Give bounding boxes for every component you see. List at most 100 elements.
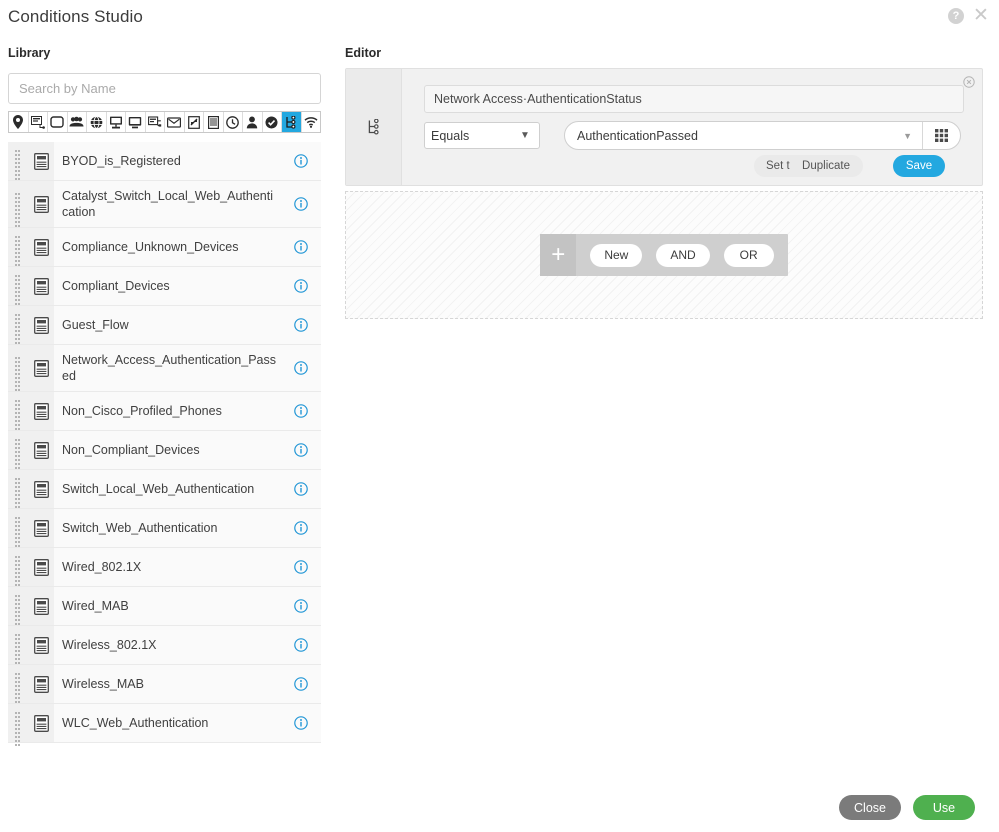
condition-name: Catalyst_Switch_Local_Web_Authentication bbox=[62, 189, 274, 219]
library-heading: Library bbox=[8, 46, 51, 60]
condition-name: Compliant_Devices bbox=[62, 279, 170, 293]
or-operator-button[interactable]: OR bbox=[723, 243, 774, 267]
condition-name: Switch_Local_Web_Authentication bbox=[62, 482, 255, 496]
condition-list-item[interactable]: Catalyst_Switch_Local_Web_Authentication bbox=[8, 181, 321, 228]
info-circle-icon[interactable] bbox=[281, 443, 321, 457]
drag-handle-icon[interactable] bbox=[8, 228, 28, 270]
drag-handle-icon[interactable] bbox=[8, 431, 28, 473]
condition-list-item[interactable]: Wired_MAB bbox=[8, 587, 321, 629]
workstation-icon[interactable] bbox=[106, 112, 126, 132]
info-circle-icon[interactable] bbox=[281, 240, 321, 254]
condition-list-item[interactable]: Network_Access_Authentication_Passed bbox=[8, 345, 321, 392]
port-icon[interactable] bbox=[145, 112, 165, 132]
condition-list-item[interactable]: Compliant_Devices bbox=[8, 267, 321, 309]
condition-block-icon bbox=[28, 345, 54, 391]
info-circle-icon[interactable] bbox=[281, 482, 321, 496]
condition-list-item[interactable]: Switch_Web_Authentication bbox=[8, 509, 321, 551]
envelope-icon[interactable] bbox=[165, 112, 185, 132]
value-dropdown-caret-icon[interactable]: ▼ bbox=[903, 131, 922, 141]
remove-condition-icon[interactable] bbox=[963, 75, 975, 88]
drag-handle-icon[interactable] bbox=[8, 665, 28, 707]
info-circle-icon[interactable] bbox=[281, 521, 321, 535]
server-rack-icon[interactable] bbox=[204, 112, 224, 132]
info-circle-icon[interactable] bbox=[281, 154, 321, 168]
save-button[interactable]: Save bbox=[893, 155, 945, 177]
drag-handle-icon[interactable] bbox=[8, 548, 28, 590]
condition-name: Compliance_Unknown_Devices bbox=[62, 240, 239, 254]
drag-handle-icon[interactable] bbox=[8, 345, 28, 391]
condition-card: EqualsNot EqualsContainsStarts WithEnds … bbox=[345, 68, 983, 186]
new-condition-button[interactable]: New bbox=[590, 243, 643, 267]
check-badge-icon[interactable] bbox=[262, 112, 282, 132]
info-circle-icon[interactable] bbox=[281, 677, 321, 691]
value-field-wrapper: ▼ bbox=[564, 121, 961, 150]
wifi-icon[interactable] bbox=[301, 112, 320, 132]
info-circle-icon[interactable] bbox=[281, 638, 321, 652]
library-panel: BYOD_is_Registered Catalyst_Switch_Local… bbox=[8, 73, 321, 746]
drag-handle-icon[interactable] bbox=[8, 142, 28, 184]
condition-name: BYOD_is_Registered bbox=[62, 154, 181, 168]
info-circle-icon[interactable] bbox=[281, 197, 321, 211]
value-input[interactable] bbox=[565, 127, 904, 144]
drag-handle-icon[interactable] bbox=[8, 626, 28, 668]
close-x-icon[interactable]: ✕ bbox=[973, 6, 989, 25]
info-circle-icon[interactable] bbox=[281, 560, 321, 574]
condition-name: Non_Compliant_Devices bbox=[62, 443, 200, 457]
condition-list-item[interactable]: Wired_802.1X bbox=[8, 548, 321, 590]
condition-list-item[interactable]: Guest_Flow bbox=[8, 306, 321, 348]
condition-list-item[interactable]: Switch_Local_Web_Authentication bbox=[8, 470, 321, 512]
duplicate-button[interactable]: Duplicate bbox=[789, 155, 863, 177]
condition-block-icon bbox=[28, 470, 54, 508]
clock-icon[interactable] bbox=[223, 112, 243, 132]
condition-drop-zone[interactable]: + New AND OR bbox=[345, 191, 983, 319]
filter-icon-bar bbox=[8, 111, 321, 133]
drag-handle-icon[interactable] bbox=[8, 392, 28, 434]
info-circle-icon[interactable] bbox=[281, 318, 321, 332]
condition-list-item[interactable]: Wireless_MAB bbox=[8, 665, 321, 707]
info-circle-icon[interactable] bbox=[281, 599, 321, 613]
drag-handle-icon[interactable] bbox=[8, 587, 28, 629]
info-circle-icon[interactable] bbox=[281, 279, 321, 293]
drag-handle-icon[interactable] bbox=[8, 470, 28, 512]
condition-name: WLC_Web_Authentication bbox=[62, 716, 209, 730]
rounded-square-icon[interactable] bbox=[48, 112, 68, 132]
condition-list-item[interactable]: Non_Cisco_Profiled_Phones bbox=[8, 392, 321, 434]
globe-icon[interactable] bbox=[87, 112, 107, 132]
drag-handle-icon[interactable] bbox=[8, 704, 28, 746]
condition-name: Guest_Flow bbox=[62, 318, 129, 332]
operator-select[interactable]: EqualsNot EqualsContainsStarts WithEnds … bbox=[424, 122, 540, 149]
network-access-icon[interactable] bbox=[282, 112, 302, 132]
location-pin-icon[interactable] bbox=[9, 112, 29, 132]
plus-icon[interactable]: + bbox=[540, 234, 577, 276]
condition-name: Network_Access_Authentication_Passed bbox=[62, 353, 277, 383]
drag-handle-icon[interactable] bbox=[8, 181, 28, 227]
grid-picker-icon[interactable] bbox=[922, 122, 960, 149]
info-circle-icon[interactable] bbox=[281, 404, 321, 418]
condition-block-icon bbox=[28, 587, 54, 625]
network-device-icon[interactable] bbox=[28, 112, 48, 132]
help-circle-icon[interactable]: ? bbox=[948, 8, 964, 24]
drag-handle-icon[interactable] bbox=[8, 267, 28, 309]
conditions-studio-dialog: Conditions Studio ? ✕ Library Editor Sea… bbox=[0, 0, 999, 832]
drag-handle-icon[interactable] bbox=[8, 509, 28, 551]
condition-list-item[interactable]: BYOD_is_Registered bbox=[8, 142, 321, 184]
drag-handle-icon[interactable] bbox=[8, 306, 28, 348]
identity-group-icon[interactable] bbox=[67, 112, 87, 132]
info-circle-icon[interactable] bbox=[281, 716, 321, 730]
condition-name: Wireless_MAB bbox=[62, 677, 144, 691]
condition-name: Wireless_802.1X bbox=[62, 638, 157, 652]
monitor-icon[interactable] bbox=[126, 112, 146, 132]
close-button[interactable]: Close bbox=[839, 795, 901, 820]
certificate-icon[interactable] bbox=[184, 112, 204, 132]
condition-list-item[interactable]: Non_Compliant_Devices bbox=[8, 431, 321, 473]
attribute-field[interactable] bbox=[424, 85, 964, 113]
and-operator-button[interactable]: AND bbox=[656, 243, 710, 267]
info-circle-icon[interactable] bbox=[281, 361, 321, 375]
condition-block-icon bbox=[28, 704, 54, 742]
user-icon[interactable] bbox=[243, 112, 263, 132]
search-input[interactable] bbox=[8, 73, 321, 104]
use-button[interactable]: Use bbox=[913, 795, 975, 820]
condition-list-item[interactable]: Compliance_Unknown_Devices bbox=[8, 228, 321, 270]
condition-list-item[interactable]: WLC_Web_Authentication bbox=[8, 704, 321, 746]
condition-list-item[interactable]: Wireless_802.1X bbox=[8, 626, 321, 668]
